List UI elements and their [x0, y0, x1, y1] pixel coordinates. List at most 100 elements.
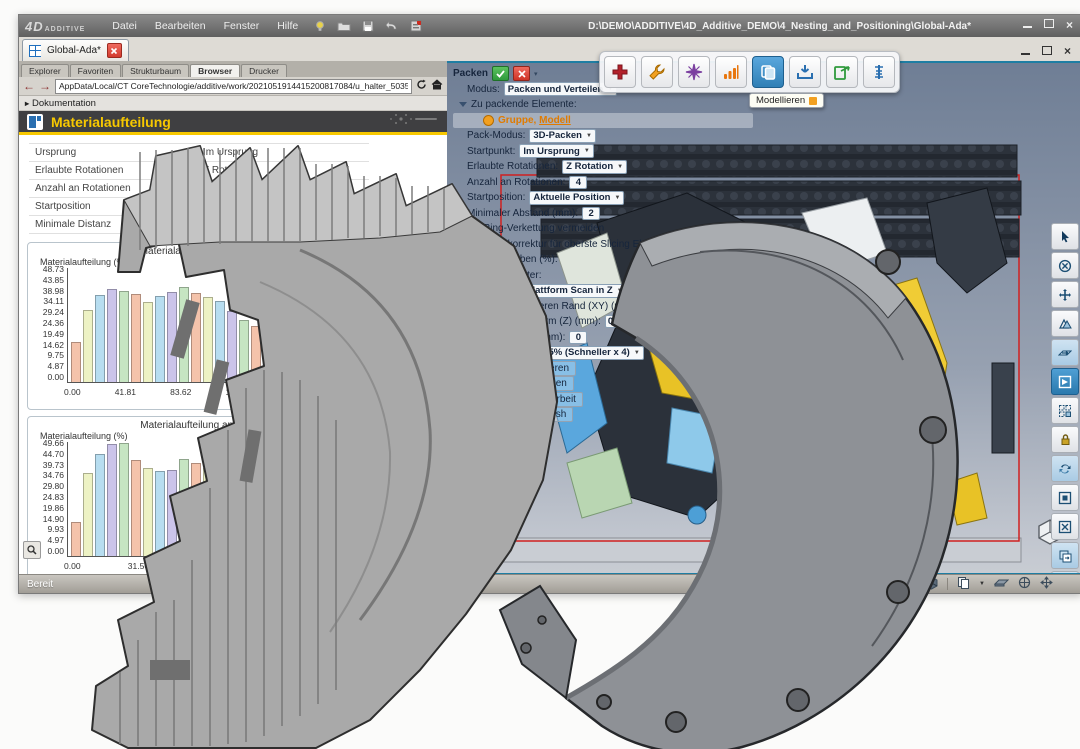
- ring-label: Ring-Verkettung vermeiden: [483, 223, 604, 234]
- tab-browser[interactable]: Browser: [190, 64, 240, 77]
- import-download-icon[interactable]: [789, 56, 821, 88]
- mdi-minimize-button[interactable]: [1021, 42, 1030, 60]
- save-icon[interactable]: [361, 19, 375, 33]
- undo-icon[interactable]: [385, 19, 399, 33]
- refresh-icon[interactable]: [416, 77, 427, 95]
- strategie-dropdown[interactable]: Plattform Scan in Z▼: [522, 284, 627, 298]
- chart-bar: [347, 461, 357, 556]
- url-input[interactable]: [55, 79, 412, 94]
- apply-check-icon[interactable]: [492, 66, 509, 81]
- tab-close-icon[interactable]: [107, 43, 122, 58]
- export-icon[interactable]: [826, 56, 858, 88]
- anpassung-bearbeiten-button[interactable]: Anpassung bearbeit: [467, 392, 583, 407]
- faces-select-icon[interactable]: [1051, 310, 1079, 337]
- chart-bar: [179, 459, 189, 556]
- texture-star-icon[interactable]: [678, 56, 710, 88]
- chart-bar: [179, 287, 189, 382]
- transform-cycle-icon[interactable]: [1051, 455, 1079, 482]
- startposition-dropdown[interactable]: Aktuelle Position▼: [529, 191, 624, 205]
- select-cursor-icon[interactable]: [1051, 223, 1079, 250]
- pack-modus-dropdown[interactable]: 3D-Packen▼: [529, 129, 596, 143]
- render-cube-icon[interactable]: [888, 576, 901, 593]
- group-row[interactable]: Gruppe, Modell: [453, 113, 753, 129]
- collapse-chevron-icon[interactable]: [459, 102, 467, 107]
- deselect-icon[interactable]: [1051, 252, 1079, 279]
- bulb-icon[interactable]: [313, 19, 327, 33]
- copy-image-icon[interactable]: [1051, 542, 1079, 569]
- tab-favoriten[interactable]: Favoriten: [70, 64, 121, 77]
- minimize-button[interactable]: [1023, 19, 1032, 31]
- frame-region-icon[interactable]: [1051, 484, 1079, 511]
- move-selection-icon[interactable]: [1051, 281, 1079, 308]
- chart-bar: [71, 342, 81, 382]
- documentation-row[interactable]: ▸ Dokumentation: [19, 96, 447, 111]
- restore-button[interactable]: [1044, 19, 1054, 31]
- rand-input[interactable]: 0: [641, 300, 659, 313]
- abstand-button[interactable]: namische Abstandsh: [467, 407, 573, 422]
- tab-explorer[interactable]: Explorer: [21, 64, 69, 77]
- active-tool-icon[interactable]: [1051, 368, 1079, 395]
- measure-caliper-icon[interactable]: [863, 56, 895, 88]
- rotationen-label: Erlaubte Rotationen:: [467, 161, 558, 172]
- filter-dropdown-icon[interactable]: ▼: [834, 581, 840, 587]
- document-tab[interactable]: Global-Ada*: [22, 39, 129, 61]
- forward-icon[interactable]: →: [39, 80, 51, 92]
- group-bullet-icon: [483, 115, 494, 126]
- rotationen-dropdown[interactable]: Z Rotation▼: [562, 160, 627, 174]
- filter-icon[interactable]: [811, 577, 825, 592]
- visibility-eye-icon[interactable]: [849, 578, 864, 591]
- mdi-restore-button[interactable]: [1042, 42, 1052, 60]
- shaded-cube-icon[interactable]: [925, 576, 938, 593]
- menu-hilfe[interactable]: Hilfe: [268, 20, 307, 32]
- status-text: Bereit: [27, 579, 53, 590]
- cancel-x-icon[interactable]: [513, 66, 530, 81]
- startpunkt-dropdown[interactable]: Im Ursprung▼: [519, 144, 593, 158]
- pan-move-icon[interactable]: [1040, 576, 1053, 592]
- tab-drucker[interactable]: Drucker: [241, 64, 287, 77]
- chart-bar: [299, 334, 309, 382]
- wrench-tools-icon[interactable]: [641, 56, 673, 88]
- pack-zone-button[interactable]: Pack-Zone definieren: [467, 361, 576, 376]
- rotation-count-input[interactable]: 4: [569, 176, 587, 189]
- open-folder-icon[interactable]: [337, 19, 351, 33]
- chart-bar: [203, 468, 213, 556]
- group-model-link[interactable]: Modell: [539, 115, 571, 126]
- grid-select-icon[interactable]: [1051, 397, 1079, 424]
- analysis-bars-icon[interactable]: [715, 56, 747, 88]
- menu-datei[interactable]: Datei: [103, 20, 146, 32]
- voxel-dropdown[interactable]: 2.5% (Schneller x 4)▼: [537, 346, 644, 360]
- visibility-dropdown-icon[interactable]: ▼: [873, 581, 879, 587]
- page-copy-icon[interactable]: [957, 576, 970, 592]
- logo-additive: ADDITIVE: [45, 26, 86, 33]
- min-abstand-input[interactable]: 2: [582, 207, 600, 220]
- menu-bearbeiten[interactable]: Bearbeiten: [146, 20, 215, 32]
- parameter-anpassen-button[interactable]: Parameter anpassen: [467, 376, 574, 391]
- close-button[interactable]: ×: [1066, 20, 1073, 30]
- nesting-copy-icon[interactable]: [752, 56, 784, 88]
- tab-strukturbaum[interactable]: Strukturbaum: [122, 64, 189, 77]
- home-icon[interactable]: [431, 77, 443, 95]
- mdi-close-button[interactable]: ×: [1064, 46, 1071, 56]
- menu-fenster[interactable]: Fenster: [215, 20, 269, 32]
- chart-bar: [299, 455, 309, 556]
- lock-icon[interactable]: [1051, 426, 1079, 453]
- ring-checkbox[interactable]: [467, 223, 479, 235]
- platform-icon[interactable]: [994, 577, 1009, 591]
- repair-icon[interactable]: [604, 56, 636, 88]
- pack-panel: Packen ▾ Modus: Packen und Verteilen▼ Zu…: [453, 66, 753, 423]
- back-icon[interactable]: ←: [23, 80, 35, 92]
- delete-box-icon[interactable]: [1051, 513, 1079, 540]
- chart-bar: [107, 444, 117, 556]
- page-dropdown-icon[interactable]: ▼: [979, 581, 985, 587]
- magnifier-icon[interactable]: [23, 541, 41, 559]
- chart-bar: [311, 462, 321, 556]
- target-icon[interactable]: [1018, 576, 1031, 592]
- plattform-abstand-input[interactable]: 0.1: [605, 315, 624, 328]
- viewport-3d[interactable]: Packen ▾ Modus: Packen und Verteilen▼ Zu…: [447, 61, 1080, 575]
- options-expander-icon[interactable]: ▾: [534, 70, 538, 78]
- report-icon[interactable]: [409, 19, 423, 33]
- plane-move-icon[interactable]: [1051, 339, 1079, 366]
- documentation-label: Dokumentation: [32, 98, 96, 109]
- hoehe-input[interactable]: 0: [569, 331, 587, 344]
- render-dropdown-icon[interactable]: ▼: [910, 581, 916, 587]
